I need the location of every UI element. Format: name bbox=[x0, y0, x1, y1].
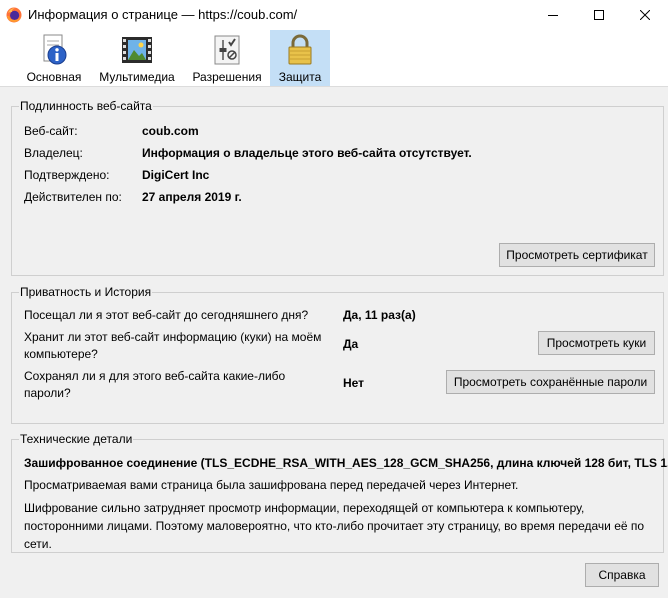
encryption-explanation: Шифрование сильно затрудняет просмотр ин… bbox=[24, 501, 645, 551]
help-button[interactable]: Справка bbox=[585, 563, 659, 587]
title-bar: Информация о странице — https://coub.com… bbox=[0, 0, 668, 30]
website-label: Веб-сайт: bbox=[24, 124, 78, 138]
close-button[interactable] bbox=[622, 0, 668, 30]
minimize-icon bbox=[548, 15, 558, 16]
view-saved-passwords-button[interactable]: Просмотреть сохранённые пароли bbox=[446, 370, 655, 394]
connection-details: Зашифрованное соединение (TLS_ECDHE_RSA_… bbox=[24, 456, 668, 470]
tab-permissions[interactable]: Разрешения bbox=[188, 30, 266, 86]
valid-until-label: Действителен по: bbox=[24, 190, 122, 204]
cookies-question: Хранит ли этот веб-сайт информацию (куки… bbox=[24, 330, 322, 361]
identity-group-title: Подлинность веб-сайта bbox=[19, 99, 153, 113]
window-title: Информация о странице — https://coub.com… bbox=[28, 7, 298, 22]
info-icon bbox=[43, 34, 67, 65]
passwords-answer: Нет bbox=[343, 376, 365, 390]
privacy-group: Приватность и История Посещал ли я этот … bbox=[11, 285, 664, 424]
view-cookies-button[interactable]: Просмотреть куки bbox=[538, 331, 655, 355]
tab-general[interactable]: Основная bbox=[22, 30, 86, 86]
view-certificate-button[interactable]: Просмотреть сертификат bbox=[499, 243, 655, 267]
page-info-window: Информация о странице — https://coub.com… bbox=[0, 0, 668, 598]
tab-media-label: Мультимедиа bbox=[99, 70, 175, 84]
close-icon bbox=[640, 10, 650, 20]
media-icon bbox=[122, 37, 152, 63]
encryption-note: Просматриваемая вами страница была зашиф… bbox=[24, 478, 519, 492]
tab-security-label: Защита bbox=[278, 70, 322, 84]
lock-icon bbox=[288, 34, 312, 65]
technical-group-title: Технические детали bbox=[19, 432, 134, 446]
maximize-icon bbox=[594, 10, 604, 20]
cookies-answer: Да bbox=[343, 337, 359, 351]
owner-value: Информация о владельце этого веб-сайта о… bbox=[142, 146, 472, 160]
permissions-icon bbox=[214, 35, 240, 65]
minimize-button[interactable] bbox=[530, 0, 576, 30]
maximize-button[interactable] bbox=[576, 0, 622, 30]
website-value: coub.com bbox=[142, 124, 199, 138]
identity-group: Подлинность веб-сайта Веб-сайт: coub.com… bbox=[11, 99, 664, 276]
tab-security[interactable]: Защита bbox=[270, 30, 330, 86]
privacy-group-title: Приватность и История bbox=[19, 285, 153, 299]
verified-label: Подтверждено: bbox=[24, 168, 110, 182]
tab-general-label: Основная bbox=[26, 70, 82, 84]
visited-question: Посещал ли я этот веб-сайт до сегодняшне… bbox=[24, 308, 309, 322]
firefox-icon bbox=[6, 7, 22, 23]
visited-answer: Да, 11 раз(а) bbox=[343, 308, 416, 322]
valid-until-value: 27 апреля 2019 г. bbox=[142, 190, 242, 204]
verified-value: DigiCert Inc bbox=[142, 168, 210, 182]
technical-group: Технические детали Зашифрованное соедине… bbox=[11, 432, 668, 553]
tab-media[interactable]: Мультимедиа bbox=[94, 30, 180, 86]
passwords-question: Сохранял ли я для этого веб-сайта какие-… bbox=[24, 369, 286, 400]
tab-permissions-label: Разрешения bbox=[192, 70, 262, 84]
owner-label: Владелец: bbox=[24, 146, 83, 160]
section-toolbar: Основная Мультимедиа Разрешения Защита bbox=[0, 30, 668, 87]
